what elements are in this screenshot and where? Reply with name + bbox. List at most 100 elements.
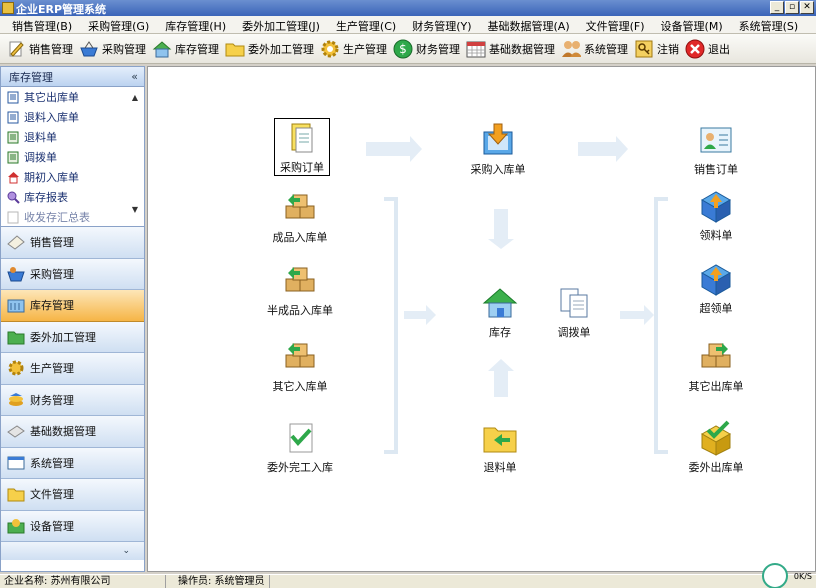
warehouse-icon — [7, 296, 25, 314]
scroll-down-icon[interactable]: ▼ — [132, 205, 138, 214]
sub-item-inventory-report[interactable]: 库存报表 — [1, 187, 144, 207]
node-other-outbound[interactable]: 其它出库单 — [676, 338, 756, 394]
menu-purchase[interactable]: 采购管理(G) — [80, 16, 157, 33]
title-bar: 企业ERP管理系统 _ ▫ ✕ — [0, 0, 816, 16]
sub-item-opening-inbound[interactable]: 期初入库单 — [1, 167, 144, 187]
node-outsourcing-outbound[interactable]: 委外出库单 — [676, 419, 756, 475]
folder-return-icon — [481, 419, 519, 457]
menu-bar: 销售管理(B) 采购管理(G) 库存管理(H) 委外加工管理(J) 生产管理(C… — [0, 16, 816, 34]
sidebar-footer[interactable]: ⌄ — [1, 542, 144, 560]
minimize-button[interactable]: _ — [770, 1, 784, 14]
node-inventory[interactable]: 库存 — [460, 284, 540, 340]
network-monitor: 0K/S — [761, 563, 812, 588]
sub-item-return[interactable]: 退料单 — [1, 127, 144, 147]
toolbar-basic-data-button[interactable]: 基础数据管理 — [466, 36, 555, 62]
contact-card-icon — [697, 121, 735, 159]
calendar-grid-icon — [466, 39, 486, 59]
toolbar-outsourcing-button[interactable]: 委外加工管理 — [225, 36, 314, 62]
box-upload-icon — [697, 260, 735, 298]
node-semi-finished-inbound[interactable]: 半成品入库单 — [260, 262, 340, 318]
toolbar-system-button[interactable]: 系统管理 — [561, 36, 628, 62]
menu-system[interactable]: 系统管理(S) — [731, 16, 807, 33]
node-outsourcing-complete-inbound[interactable]: 委外完工入库 — [260, 419, 340, 475]
scroll-up-icon[interactable]: ▲ — [132, 93, 138, 102]
chevron-down-icon[interactable]: ⌄ — [122, 546, 130, 556]
toolbar-sales-button[interactable]: 销售管理 — [6, 36, 73, 62]
status-company: 企业名称: 苏州有限公司 — [0, 575, 166, 588]
pencil-paper-icon — [7, 233, 25, 251]
menu-outsourcing[interactable]: 委外加工管理(J) — [234, 16, 328, 33]
maximize-button[interactable]: ▫ — [785, 1, 799, 14]
status-bar: 企业名称: 苏州有限公司 操作员: 系统管理员 0K/S — [0, 563, 816, 588]
node-transfer[interactable]: 调拨单 — [534, 284, 614, 340]
folder-icon — [225, 39, 245, 59]
nav-group-production[interactable]: 生产管理 — [1, 353, 144, 385]
nav-group-equipment[interactable]: 设备管理 — [1, 510, 144, 542]
search-icon — [7, 191, 20, 204]
box-upload-icon — [697, 187, 735, 225]
boxes-icon — [281, 262, 319, 300]
dollar-icon: $ — [393, 39, 413, 59]
gear-icon — [320, 39, 340, 59]
folder-icon — [7, 485, 25, 503]
coins-icon — [7, 391, 25, 409]
nav-group-finance[interactable]: 财务管理 — [1, 384, 144, 416]
node-material-return[interactable]: 退料单 — [460, 419, 540, 475]
check-document-icon — [281, 419, 319, 457]
sidebar-title: 库存管理 — [9, 70, 53, 84]
document-icon — [7, 131, 19, 143]
menu-files[interactable]: 文件管理(F) — [578, 16, 653, 33]
boxes-icon — [281, 338, 319, 376]
svg-text:$: $ — [399, 42, 407, 56]
inbox-icon — [479, 121, 517, 159]
status-operator: 操作员: 系统管理员 — [174, 575, 270, 588]
nav-group-inventory[interactable]: 库存管理 — [1, 290, 144, 322]
sidebar-header: 库存管理 « — [1, 67, 144, 87]
sidebar: 库存管理 « 其它出库单 退料入库单 退料单 调拨单 期初入库单 库存报表 收发… — [0, 66, 145, 572]
sub-item-transfer[interactable]: 调拨单 — [1, 147, 144, 167]
nav-group-purchase[interactable]: 采购管理 — [1, 258, 144, 290]
nav-group-outsourcing[interactable]: 委外加工管理 — [1, 321, 144, 353]
boxes-icon — [281, 189, 319, 227]
nav-group-sales[interactable]: 销售管理 — [1, 227, 144, 259]
toolbar-logout-button[interactable]: 注销 — [634, 36, 679, 62]
menu-equipment[interactable]: 设备管理(M) — [653, 16, 731, 33]
nav-group-files[interactable]: 文件管理 — [1, 479, 144, 511]
nav-group-basic-data[interactable]: 基础数据管理 — [1, 416, 144, 448]
house-icon — [8, 171, 19, 183]
sidebar-sublist: 其它出库单 退料入库单 退料单 调拨单 期初入库单 库存报表 收发存汇总表 ▲ … — [1, 87, 144, 227]
sub-item-return-inbound[interactable]: 退料入库单 — [1, 107, 144, 127]
node-purchase-inbound[interactable]: 采购入库单 — [458, 121, 538, 177]
node-other-inbound[interactable]: 其它入库单 — [260, 338, 340, 394]
gauge-icon — [761, 563, 788, 588]
document-icon — [7, 211, 19, 223]
menu-production[interactable]: 生产管理(C) — [328, 16, 404, 33]
menu-sales[interactable]: 销售管理(B) — [4, 16, 80, 33]
basket-icon — [79, 39, 99, 59]
toolbar-purchase-button[interactable]: 采购管理 — [79, 36, 146, 62]
node-excess-requisition[interactable]: 超领单 — [676, 260, 756, 316]
nav-group-system[interactable]: 系统管理 — [1, 447, 144, 479]
box-check-icon — [697, 419, 735, 457]
gear-icon — [7, 517, 25, 535]
sub-item-other-outbound[interactable]: 其它出库单 — [1, 87, 144, 107]
node-sales-order[interactable]: 销售订单 — [676, 121, 756, 177]
menu-inventory[interactable]: 库存管理(H) — [157, 16, 234, 33]
toolbar-finance-button[interactable]: $ 财务管理 — [393, 36, 460, 62]
close-button[interactable]: ✕ — [800, 1, 814, 14]
node-finished-inbound[interactable]: 成品入库单 — [260, 189, 340, 245]
menu-basic-data[interactable]: 基础数据管理(A) — [480, 16, 578, 33]
basket-icon — [7, 265, 25, 283]
pencil-paper-icon — [6, 39, 26, 59]
gear-icon — [7, 359, 25, 377]
toolbar-inventory-button[interactable]: 库存管理 — [152, 36, 219, 62]
menu-finance[interactable]: 财务管理(Y) — [404, 16, 479, 33]
document-icon — [7, 151, 19, 163]
collapse-icon[interactable]: « — [131, 70, 138, 83]
node-material-requisition[interactable]: 领料单 — [676, 187, 756, 243]
toolbar-exit-button[interactable]: 退出 — [685, 36, 730, 62]
boxes-icon — [697, 338, 735, 376]
toolbar-production-button[interactable]: 生产管理 — [320, 36, 387, 62]
node-purchase-order[interactable]: 采购订单 — [274, 118, 330, 176]
sub-item-summary[interactable]: 收发存汇总表 — [1, 207, 144, 226]
